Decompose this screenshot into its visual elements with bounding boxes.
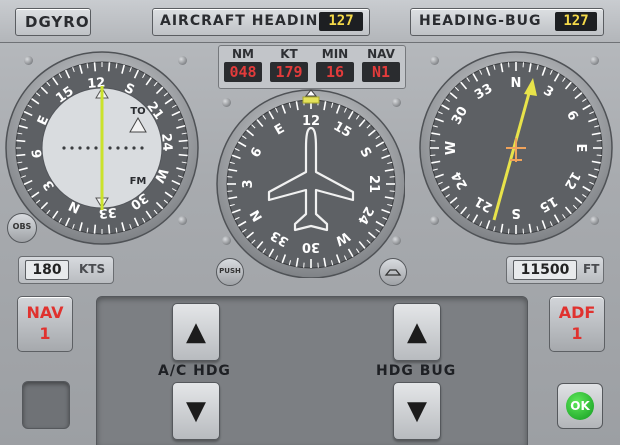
compass-label: N <box>511 76 522 91</box>
airspeed-value: 180 <box>25 260 69 280</box>
nav-button-line2: 1 <box>39 324 51 343</box>
nm-value: 048 <box>224 62 262 82</box>
ac-hdg-down-button[interactable]: ▼ <box>172 382 220 440</box>
nav-value: N1 <box>362 62 400 82</box>
adf-button-line2: 1 <box>571 324 583 343</box>
heading-bug-knob[interactable] <box>379 258 407 286</box>
blank-button[interactable] <box>22 381 70 429</box>
airspeed-readout: 180 KTS <box>18 256 114 284</box>
compass-tick <box>93 62 97 72</box>
compass-tick <box>16 139 26 143</box>
obs-knob[interactable]: OBS <box>7 213 37 243</box>
instrument-panel: DGYRO AIRCRAFT HEADING 127 HEADING-BUG 1… <box>0 0 620 445</box>
altitude-value: 11500 <box>513 260 577 280</box>
compass-label: 24 <box>158 133 175 152</box>
kt-label: KT <box>280 47 298 61</box>
ac-hdg-label: A/C HDG <box>158 363 231 379</box>
adf-gauge: N 36E1215S2124W3033 <box>419 51 613 245</box>
ok-button[interactable]: OK <box>557 383 603 429</box>
heading-bug-marker <box>302 96 320 104</box>
aircraft-heading-value: 127 <box>319 12 363 31</box>
nav-button-line1: NAV <box>26 303 64 322</box>
compass-tick <box>93 224 97 234</box>
push-knob[interactable]: PUSH <box>216 258 244 286</box>
nav-label: NAV <box>367 47 395 61</box>
dgyro-label: DGYRO <box>25 13 90 31</box>
kt-value: 179 <box>270 62 308 82</box>
push-label: PUSH <box>219 267 241 275</box>
compass-label: 3 <box>241 179 256 188</box>
min-value: 16 <box>316 62 354 82</box>
compass-label: 30 <box>302 239 320 254</box>
compass-label: W <box>444 141 459 155</box>
heading-bug-label: HEADING-BUG <box>419 13 542 29</box>
aircraft-heading-label: AIRCRAFT HEADING <box>160 13 331 29</box>
compass-tick <box>178 153 188 157</box>
compass-label: 6 <box>30 148 46 158</box>
airspeed-unit: KTS <box>79 262 106 276</box>
fm-label: FM <box>130 176 147 187</box>
dme-readout: NM 048 KT 179 MIN 16 NAV N1 <box>218 45 406 89</box>
altitude-readout: 11500 FT <box>506 256 604 284</box>
obs-label: OBS <box>12 222 32 231</box>
heading-indicator-gauge: 12 15S2124W3033N36E <box>216 89 405 278</box>
ok-label: OK <box>566 392 594 420</box>
aircraft-heading-display: AIRCRAFT HEADING 127 <box>152 8 370 36</box>
hdg-bug-down-button[interactable]: ▼ <box>393 382 441 440</box>
heading-bug-display: HEADING-BUG 127 <box>410 8 604 36</box>
hdg-bug-up-button[interactable]: ▲ <box>393 303 441 361</box>
compass-label: 21 <box>366 175 381 193</box>
nm-label: NM <box>232 47 254 61</box>
compass-tick <box>16 153 26 157</box>
hdg-bug-label: HDG BUG <box>376 363 457 379</box>
adf-button-line1: ADF <box>558 303 596 322</box>
ac-hdg-up-button[interactable]: ▲ <box>172 303 220 361</box>
min-label: MIN <box>321 47 349 61</box>
dgyro-button[interactable]: DGYRO <box>15 8 91 36</box>
heading-bug-value: 127 <box>555 12 597 31</box>
bug-knob-icon <box>384 269 402 276</box>
compass-label: E <box>573 144 588 153</box>
compass-tick <box>107 62 111 72</box>
to-label: TO <box>130 106 145 117</box>
altitude-unit: FT <box>583 262 600 276</box>
compass-label: 12 <box>302 114 320 129</box>
adf-1-button[interactable]: ADF 1 <box>549 296 605 352</box>
compass-tick <box>178 139 188 143</box>
compass-tick <box>107 224 111 234</box>
nav-1-button[interactable]: NAV 1 <box>17 296 73 352</box>
compass-label: S <box>511 205 520 220</box>
